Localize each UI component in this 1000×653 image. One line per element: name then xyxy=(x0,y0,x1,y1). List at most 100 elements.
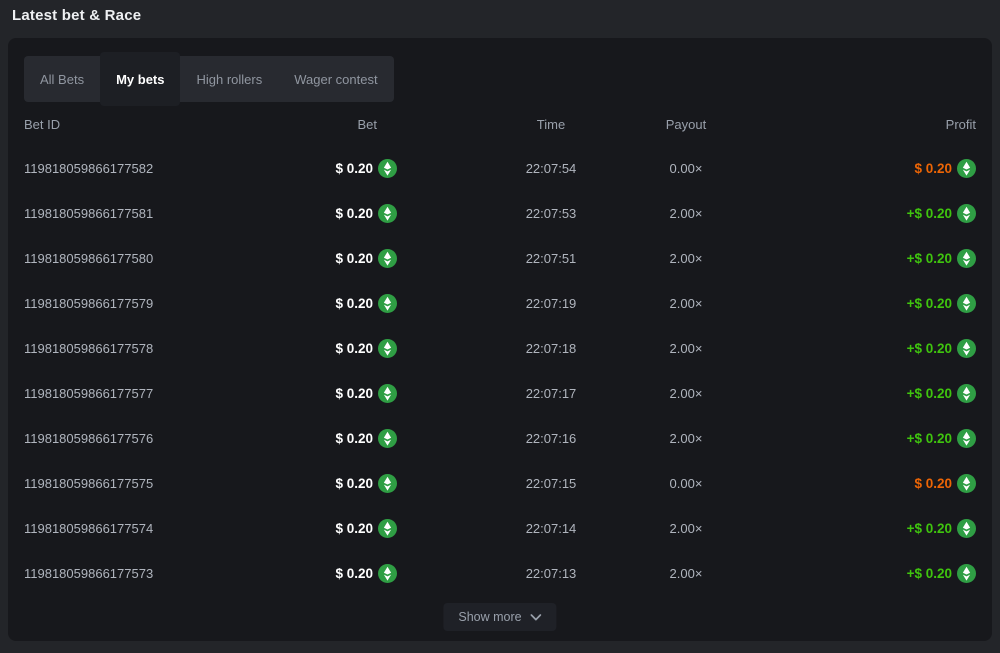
bet-id-cell: 119818059866177574 xyxy=(24,506,153,551)
eth-classic-coin-icon xyxy=(378,204,397,223)
eth-classic-coin-icon xyxy=(957,249,976,268)
bet-time-cell: 22:07:14 xyxy=(471,506,631,551)
profit-cell: $ 0.20 xyxy=(756,146,976,191)
eth-classic-coin-icon xyxy=(957,384,976,403)
tab-all-bets[interactable]: All Bets xyxy=(24,56,100,102)
table-row[interactable]: 119818059866177580 $ 0.20 22:07:51 2.00×… xyxy=(24,236,976,281)
bet-amount-cell: $ 0.20 xyxy=(177,191,397,236)
table-row[interactable]: 119818059866177578 $ 0.20 22:07:18 2.00×… xyxy=(24,326,976,371)
bet-time-cell: 22:07:13 xyxy=(471,551,631,596)
column-header-bet: Bet xyxy=(177,116,397,132)
bet-id-cell: 119818059866177577 xyxy=(24,371,153,416)
bet-amount-value: $ 0.20 xyxy=(335,521,373,536)
bet-amount-cell: $ 0.20 xyxy=(177,416,397,461)
bet-time-cell: 22:07:17 xyxy=(471,371,631,416)
bet-amount-cell: $ 0.20 xyxy=(177,551,397,596)
payout-cell: 2.00× xyxy=(616,416,756,461)
bet-amount-value: $ 0.20 xyxy=(335,161,373,176)
bet-id-cell: 119818059866177578 xyxy=(24,326,153,371)
tab-wager-contest[interactable]: Wager contest xyxy=(278,56,393,102)
payout-cell: 2.00× xyxy=(616,281,756,326)
profit-value: +$ 0.20 xyxy=(907,251,952,266)
bet-amount-cell: $ 0.20 xyxy=(177,281,397,326)
profit-cell: +$ 0.20 xyxy=(756,281,976,326)
bet-amount-value: $ 0.20 xyxy=(335,476,373,491)
page-title: Latest bet & Race xyxy=(12,7,141,24)
eth-classic-coin-icon xyxy=(957,519,976,538)
eth-classic-coin-icon xyxy=(957,204,976,223)
tab-high-rollers[interactable]: High rollers xyxy=(180,56,278,102)
payout-cell: 0.00× xyxy=(616,461,756,506)
bet-time-cell: 22:07:19 xyxy=(471,281,631,326)
profit-value: +$ 0.20 xyxy=(907,431,952,446)
table-body: 119818059866177582 $ 0.20 22:07:54 0.00×… xyxy=(24,146,976,596)
show-more-button[interactable]: Show more xyxy=(443,603,556,631)
chevron-down-icon xyxy=(531,614,542,621)
bet-id-cell: 119818059866177580 xyxy=(24,236,153,281)
bet-amount-cell: $ 0.20 xyxy=(177,236,397,281)
profit-cell: $ 0.20 xyxy=(756,461,976,506)
payout-cell: 2.00× xyxy=(616,506,756,551)
bet-id-cell: 119818059866177575 xyxy=(24,461,153,506)
eth-classic-coin-icon xyxy=(378,384,397,403)
column-header-bet-id: Bet ID xyxy=(24,116,60,132)
table-row[interactable]: 119818059866177573 $ 0.20 22:07:13 2.00×… xyxy=(24,551,976,596)
bet-amount-value: $ 0.20 xyxy=(335,431,373,446)
bet-amount-cell: $ 0.20 xyxy=(177,326,397,371)
bet-id-cell: 119818059866177576 xyxy=(24,416,153,461)
bet-amount-cell: $ 0.20 xyxy=(177,506,397,551)
profit-cell: +$ 0.20 xyxy=(756,191,976,236)
bet-time-cell: 22:07:16 xyxy=(471,416,631,461)
column-header-payout: Payout xyxy=(616,116,756,132)
eth-classic-coin-icon xyxy=(957,429,976,448)
eth-classic-coin-icon xyxy=(378,429,397,448)
bet-amount-value: $ 0.20 xyxy=(335,251,373,266)
bet-time-cell: 22:07:15 xyxy=(471,461,631,506)
profit-value: +$ 0.20 xyxy=(907,341,952,356)
table-row[interactable]: 119818059866177579 $ 0.20 22:07:19 2.00×… xyxy=(24,281,976,326)
bets-tab-bar: All Bets My bets High rollers Wager cont… xyxy=(24,56,394,102)
profit-cell: +$ 0.20 xyxy=(756,416,976,461)
bet-amount-cell: $ 0.20 xyxy=(177,371,397,416)
profit-value: +$ 0.20 xyxy=(907,206,952,221)
table-row[interactable]: 119818059866177581 $ 0.20 22:07:53 2.00×… xyxy=(24,191,976,236)
tab-my-bets[interactable]: My bets xyxy=(100,52,180,106)
table-row[interactable]: 119818059866177582 $ 0.20 22:07:54 0.00×… xyxy=(24,146,976,191)
bet-amount-cell: $ 0.20 xyxy=(177,461,397,506)
eth-classic-coin-icon xyxy=(378,249,397,268)
eth-classic-coin-icon xyxy=(378,564,397,583)
profit-value: $ 0.20 xyxy=(914,476,952,491)
bet-time-cell: 22:07:51 xyxy=(471,236,631,281)
bet-amount-value: $ 0.20 xyxy=(335,341,373,356)
table-row[interactable]: 119818059866177574 $ 0.20 22:07:14 2.00×… xyxy=(24,506,976,551)
profit-value: +$ 0.20 xyxy=(907,386,952,401)
eth-classic-coin-icon xyxy=(957,294,976,313)
payout-cell: 2.00× xyxy=(616,326,756,371)
bet-time-cell: 22:07:18 xyxy=(471,326,631,371)
table-row[interactable]: 119818059866177575 $ 0.20 22:07:15 0.00×… xyxy=(24,461,976,506)
profit-cell: +$ 0.20 xyxy=(756,326,976,371)
table-header: Bet ID Bet Time Payout Profit xyxy=(24,116,976,132)
bet-time-cell: 22:07:54 xyxy=(471,146,631,191)
bets-panel: All Bets My bets High rollers Wager cont… xyxy=(8,38,992,641)
column-header-profit: Profit xyxy=(756,116,976,132)
profit-cell: +$ 0.20 xyxy=(756,236,976,281)
table-row[interactable]: 119818059866177576 $ 0.20 22:07:16 2.00×… xyxy=(24,416,976,461)
bet-id-cell: 119818059866177582 xyxy=(24,146,153,191)
payout-cell: 2.00× xyxy=(616,236,756,281)
bet-amount-value: $ 0.20 xyxy=(335,386,373,401)
profit-cell: +$ 0.20 xyxy=(756,551,976,596)
profit-cell: +$ 0.20 xyxy=(756,506,976,551)
bet-id-cell: 119818059866177579 xyxy=(24,281,153,326)
latest-bet-race-section: Latest bet & Race All Bets My bets High … xyxy=(0,0,1000,653)
profit-value: +$ 0.20 xyxy=(907,296,952,311)
bet-id-cell: 119818059866177581 xyxy=(24,191,153,236)
profit-value: $ 0.20 xyxy=(914,161,952,176)
eth-classic-coin-icon xyxy=(957,564,976,583)
profit-value: +$ 0.20 xyxy=(907,566,952,581)
eth-classic-coin-icon xyxy=(957,159,976,178)
payout-cell: 2.00× xyxy=(616,551,756,596)
bet-amount-cell: $ 0.20 xyxy=(177,146,397,191)
table-row[interactable]: 119818059866177577 $ 0.20 22:07:17 2.00×… xyxy=(24,371,976,416)
bet-id-cell: 119818059866177573 xyxy=(24,551,153,596)
